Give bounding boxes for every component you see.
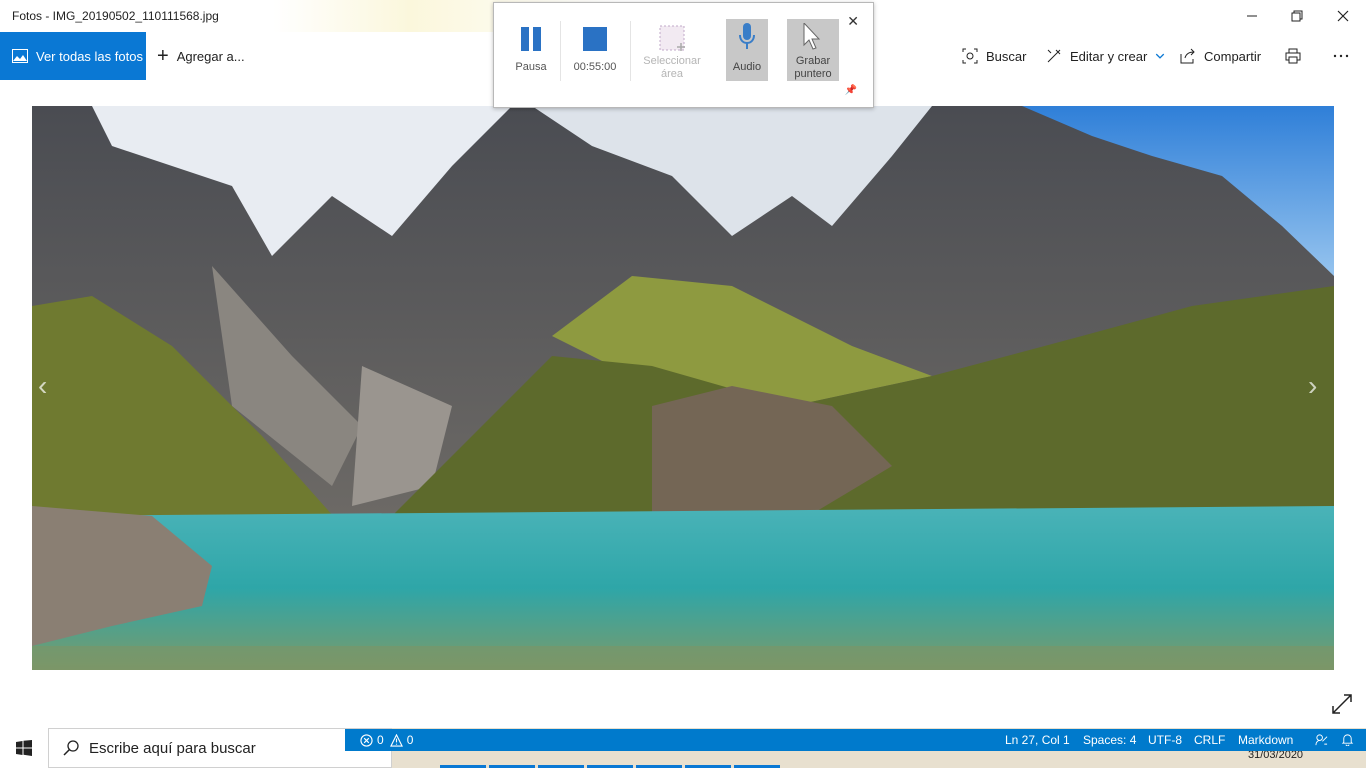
minimize-button[interactable] bbox=[1229, 0, 1275, 32]
feedback-button[interactable] bbox=[1315, 733, 1332, 746]
share-label: Compartir bbox=[1204, 48, 1262, 64]
pause-icon bbox=[521, 27, 541, 51]
pin-icon: 📌 bbox=[844, 85, 857, 96]
search-photo-icon bbox=[962, 48, 978, 64]
search-label: Buscar bbox=[986, 48, 1027, 64]
microphone-icon bbox=[739, 23, 755, 49]
edit-create-button[interactable]: Editar y crear bbox=[1046, 32, 1165, 80]
record-pointer-label: Grabar puntero bbox=[794, 55, 832, 80]
chevron-right-icon: › bbox=[1308, 370, 1318, 401]
separator bbox=[630, 21, 631, 81]
view-all-photos-button[interactable]: Ver todas las fotos bbox=[0, 32, 146, 80]
notifications-button[interactable] bbox=[1341, 733, 1358, 746]
bell-icon bbox=[1341, 734, 1354, 746]
more-options-button[interactable] bbox=[1333, 32, 1357, 80]
error-icon bbox=[360, 733, 373, 747]
chevron-left-icon: ‹ bbox=[38, 370, 48, 401]
encoding[interactable]: UTF-8 bbox=[1148, 733, 1182, 747]
fullscreen-icon[interactable] bbox=[1330, 692, 1354, 716]
record-pointer-toggle[interactable]: Grabar puntero bbox=[787, 19, 839, 81]
previous-photo-button[interactable]: ‹ bbox=[38, 370, 58, 401]
warning-icon bbox=[389, 733, 403, 747]
close-button[interactable] bbox=[1320, 0, 1366, 32]
print-button[interactable] bbox=[1285, 32, 1309, 80]
photo-viewer[interactable] bbox=[32, 106, 1334, 670]
edit-create-label: Editar y crear bbox=[1070, 48, 1148, 64]
share-button[interactable]: Compartir bbox=[1180, 32, 1261, 80]
close-icon: ✕ bbox=[847, 13, 859, 29]
windows-logo-icon bbox=[16, 740, 32, 756]
indentation[interactable]: Spaces: 4 bbox=[1083, 733, 1136, 747]
more-icon bbox=[1333, 54, 1349, 58]
minimize-icon bbox=[1247, 15, 1257, 17]
language-mode[interactable]: Markdown bbox=[1238, 733, 1293, 747]
problems-indicator[interactable]: 0 0 bbox=[360, 733, 413, 747]
add-to-label: Agregar a... bbox=[176, 48, 245, 64]
taskbar-search[interactable]: Escribe aquí para buscar bbox=[48, 728, 392, 768]
photo-icon bbox=[12, 49, 28, 63]
chevron-down-icon bbox=[1156, 53, 1165, 59]
start-button[interactable] bbox=[0, 728, 48, 768]
line-ending[interactable]: CRLF bbox=[1194, 733, 1225, 747]
window-title: Fotos - IMG_20190502_110111568.jpg bbox=[12, 9, 219, 23]
search-button[interactable]: Buscar bbox=[962, 32, 1026, 80]
pin-button[interactable]: 📌 bbox=[845, 85, 857, 96]
pause-label: Pausa bbox=[515, 61, 547, 73]
editor-status-bar: 0 0 Ln 27, Col 1 Spaces: 4 UTF-8 CRLF Ma… bbox=[345, 729, 1366, 751]
edit-icon bbox=[1047, 49, 1061, 63]
search-placeholder: Escribe aquí para buscar bbox=[89, 739, 256, 757]
error-count: 0 bbox=[377, 733, 384, 747]
stop-icon bbox=[583, 27, 607, 51]
plus-icon: + bbox=[157, 45, 169, 67]
restore-button[interactable] bbox=[1274, 0, 1320, 32]
warning-count: 0 bbox=[406, 733, 414, 747]
search-icon bbox=[63, 740, 79, 756]
close-recorder-button[interactable]: ✕ bbox=[847, 13, 859, 30]
view-all-photos-label: Ver todas las fotos bbox=[36, 48, 143, 64]
select-area-button[interactable]: Seleccionar área bbox=[641, 19, 703, 85]
audio-label: Audio bbox=[732, 61, 762, 73]
close-icon bbox=[1337, 10, 1349, 22]
select-area-icon bbox=[659, 25, 685, 51]
timer-label: 00:55:00 bbox=[573, 61, 617, 73]
separator bbox=[560, 21, 561, 81]
restore-icon bbox=[1291, 10, 1303, 22]
landscape-photo bbox=[32, 106, 1334, 670]
pause-button[interactable]: Pausa bbox=[505, 19, 557, 85]
add-to-button[interactable]: + Agregar a... bbox=[157, 32, 245, 80]
share-icon bbox=[1180, 48, 1195, 64]
next-photo-button[interactable]: › bbox=[1308, 370, 1328, 401]
printer-icon bbox=[1285, 48, 1301, 64]
cursor-position[interactable]: Ln 27, Col 1 bbox=[1005, 733, 1070, 747]
stop-button[interactable]: 00:55:00 bbox=[567, 19, 623, 85]
select-area-label: Seleccionar área bbox=[643, 55, 701, 80]
feedback-icon bbox=[1315, 734, 1328, 746]
cursor-icon bbox=[803, 23, 821, 50]
audio-toggle[interactable]: Audio bbox=[726, 19, 768, 81]
screen-recorder-panel: Pausa 00:55:00 Seleccionar área Audio Gr… bbox=[493, 2, 874, 108]
